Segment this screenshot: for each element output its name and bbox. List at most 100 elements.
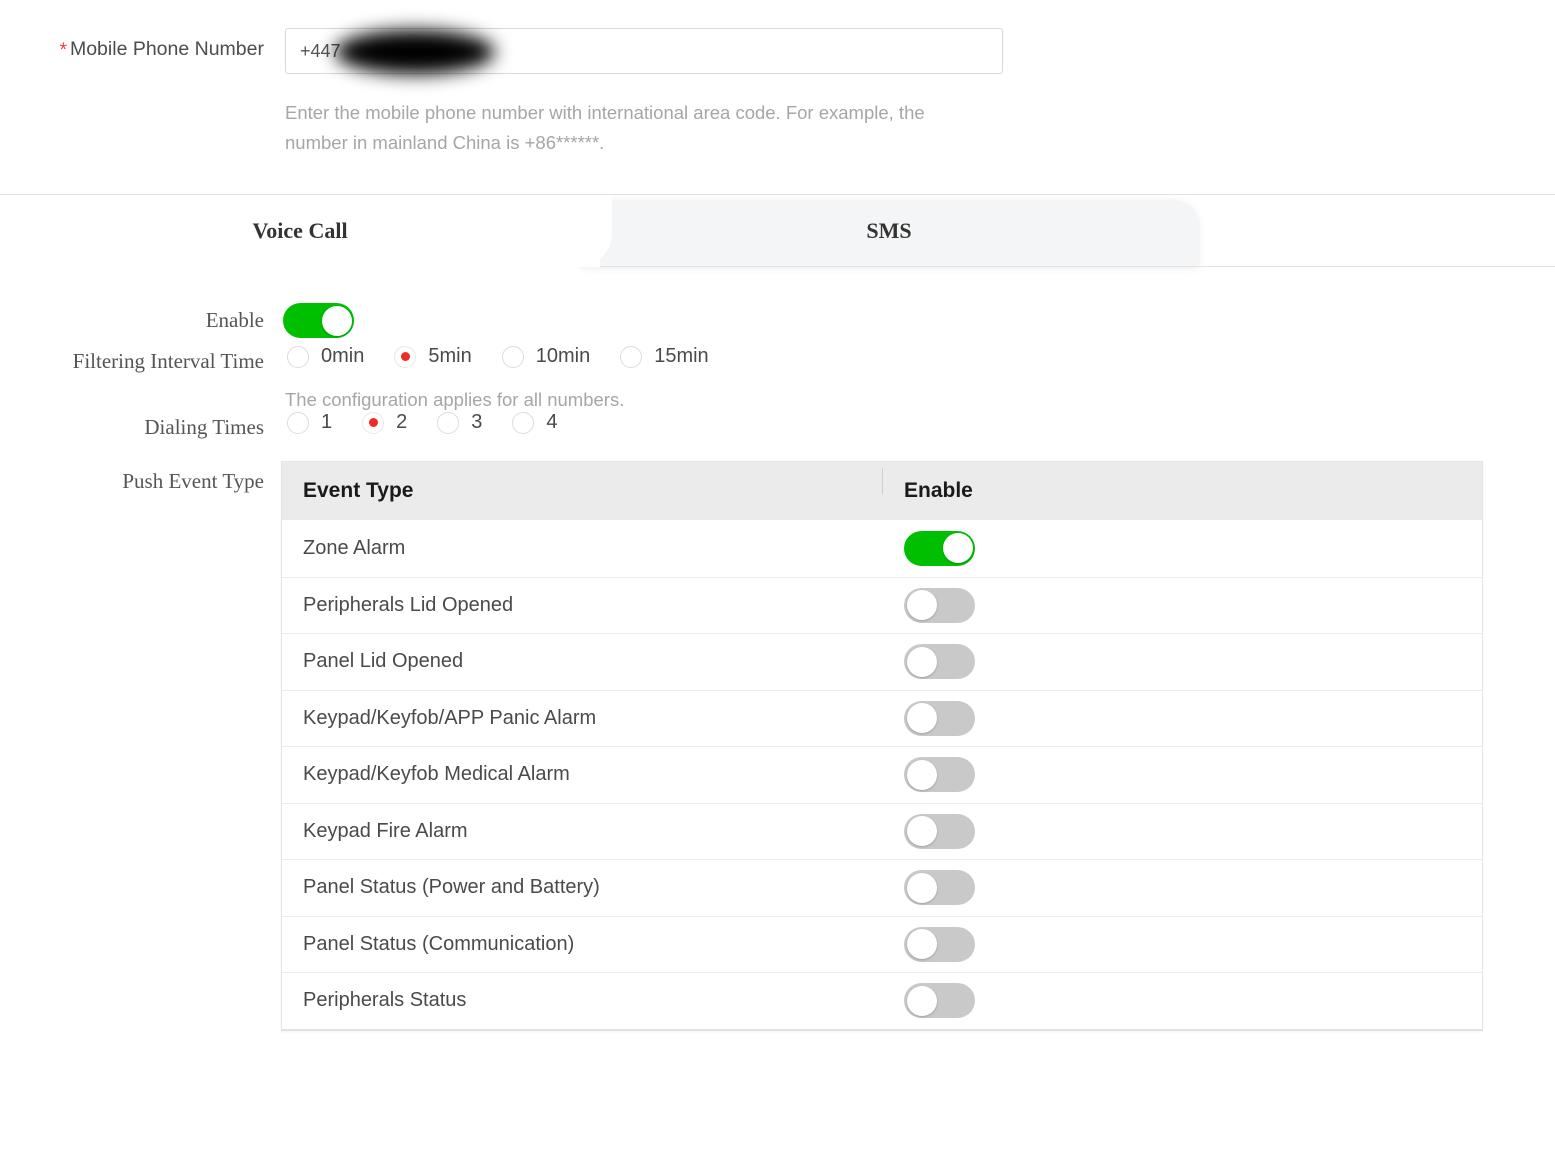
radio-circle-icon	[362, 412, 384, 434]
event-enable-toggle-knob	[907, 873, 937, 903]
radio-dial-1[interactable]: 1	[287, 411, 332, 434]
cell-enable	[882, 757, 975, 792]
cell-enable	[882, 983, 975, 1018]
mobile-phone-label: *Mobile Phone Number	[0, 38, 264, 61]
cell-event-type: Keypad/Keyfob Medical Alarm	[282, 763, 882, 786]
cell-event-type: Panel Lid Opened	[282, 650, 882, 673]
mobile-phone-label-text: Mobile Phone Number	[70, 38, 264, 60]
radio-dial-4[interactable]: 4	[512, 411, 557, 434]
column-header-event-type: Event Type	[282, 479, 882, 503]
radio-dial-4-label: 4	[546, 411, 557, 434]
radio-circle-icon	[437, 412, 459, 434]
event-enable-toggle[interactable]	[904, 927, 975, 962]
cell-event-type: Keypad/Keyfob/APP Panic Alarm	[282, 707, 882, 730]
mobile-phone-help-text: Enter the mobile phone number with inter…	[285, 98, 985, 158]
event-enable-toggle-knob	[907, 590, 937, 620]
table-row: Keypad/Keyfob Medical Alarm	[282, 746, 1482, 803]
cell-enable	[882, 870, 975, 905]
event-enable-toggle[interactable]	[904, 757, 975, 792]
settings-page: *Mobile Phone Number Enter the mobile ph…	[0, 0, 1555, 1173]
event-enable-toggle-knob	[907, 816, 937, 846]
cell-event-type: Keypad Fire Alarm	[282, 820, 882, 843]
mobile-phone-field-row: *Mobile Phone Number Enter the mobile ph…	[0, 0, 1555, 184]
enable-row: Enable	[0, 267, 1555, 339]
radio-circle-icon	[287, 412, 309, 434]
event-enable-toggle[interactable]	[904, 531, 975, 566]
radio-filter-10min[interactable]: 10min	[502, 345, 590, 368]
event-enable-toggle-knob	[907, 760, 937, 790]
table-row: Keypad/Keyfob/APP Panic Alarm	[282, 690, 1482, 747]
radio-circle-icon	[512, 412, 534, 434]
voice-call-panel: Enable Filtering Interval Time 0min 5min	[0, 267, 1555, 461]
event-enable-toggle[interactable]	[904, 983, 975, 1018]
cell-enable	[882, 814, 975, 849]
enable-label: Enable	[0, 308, 264, 333]
table-header-row: Event Type Enable	[282, 462, 1482, 520]
push-event-type-table: Event Type Enable Zone Alarm Peripherals …	[281, 461, 1483, 1031]
radio-dial-2-label: 2	[396, 411, 407, 434]
tab-voice-call-label: Voice Call	[252, 218, 347, 244]
push-event-type-label: Push Event Type	[0, 469, 264, 494]
event-enable-toggle-knob	[907, 703, 937, 733]
enable-toggle-knob	[322, 306, 352, 336]
event-enable-toggle[interactable]	[904, 701, 975, 736]
event-enable-toggle-knob	[907, 986, 937, 1016]
cell-event-type: Panel Status (Power and Battery)	[282, 876, 882, 899]
table-row: Keypad Fire Alarm	[282, 803, 1482, 860]
table-row: Panel Lid Opened	[282, 633, 1482, 690]
event-enable-toggle-knob	[943, 533, 973, 563]
cell-enable	[882, 644, 975, 679]
radio-filter-5min[interactable]: 5min	[394, 345, 471, 368]
tab-sms-label: SMS	[866, 218, 911, 244]
tab-sms[interactable]: SMS	[580, 195, 1198, 267]
radio-filter-15min[interactable]: 15min	[620, 345, 708, 368]
mobile-phone-input-wrap	[285, 28, 1003, 74]
table-row: Zone Alarm	[282, 520, 1482, 577]
radio-dial-1-label: 1	[321, 411, 332, 434]
radio-circle-icon	[287, 346, 309, 368]
cell-enable	[882, 927, 975, 962]
event-enable-toggle-knob	[907, 929, 937, 959]
table-row: Panel Status (Communication)	[282, 916, 1482, 973]
event-enable-toggle[interactable]	[904, 644, 975, 679]
radio-filter-5min-label: 5min	[428, 345, 471, 368]
required-asterisk-icon: *	[60, 40, 67, 61]
radio-circle-icon	[502, 346, 524, 368]
radio-filter-0min-label: 0min	[321, 345, 364, 368]
cell-event-type: Zone Alarm	[282, 537, 882, 560]
event-enable-toggle-knob	[907, 647, 937, 677]
radio-filter-0min[interactable]: 0min	[287, 345, 364, 368]
table-body: Zone Alarm Peripherals Lid Opened Panel Li…	[282, 520, 1482, 1029]
cell-event-type: Peripherals Status	[282, 989, 882, 1012]
table-row: Panel Status (Power and Battery)	[282, 859, 1482, 916]
radio-filter-10min-label: 10min	[536, 345, 590, 368]
cell-event-type: Peripherals Lid Opened	[282, 594, 882, 617]
table-row: Peripherals Lid Opened	[282, 577, 1482, 634]
dialing-times-radio-group: 1 2 3 4	[287, 411, 588, 434]
enable-toggle[interactable]	[283, 303, 354, 338]
table-row: Peripherals Status	[282, 972, 1482, 1029]
radio-circle-icon	[394, 346, 416, 368]
radio-dial-3-label: 3	[471, 411, 482, 434]
filtering-interval-radio-group: 0min 5min 10min 15min	[287, 345, 739, 368]
cell-enable	[882, 531, 975, 566]
dialing-times-row: Dialing Times 1 2 3 4	[0, 405, 1555, 461]
radio-circle-icon	[620, 346, 642, 368]
column-header-enable: Enable	[882, 479, 973, 503]
filtering-interval-row: Filtering Interval Time 0min 5min 10min …	[0, 339, 1555, 405]
dialing-times-label: Dialing Times	[0, 415, 264, 440]
event-enable-toggle[interactable]	[904, 814, 975, 849]
cell-event-type: Panel Status (Communication)	[282, 933, 882, 956]
tab-voice-call[interactable]: Voice Call	[0, 195, 600, 267]
enable-toggle-wrap	[283, 303, 354, 338]
cell-enable	[882, 701, 975, 736]
tab-bar: Voice Call SMS	[0, 195, 1555, 267]
event-enable-toggle[interactable]	[904, 870, 975, 905]
event-enable-toggle[interactable]	[904, 588, 975, 623]
radio-dial-3[interactable]: 3	[437, 411, 482, 434]
radio-dial-2[interactable]: 2	[362, 411, 407, 434]
filtering-interval-label: Filtering Interval Time	[0, 349, 264, 374]
radio-filter-15min-label: 15min	[654, 345, 708, 368]
mobile-phone-input[interactable]	[285, 28, 1003, 74]
cell-enable	[882, 588, 975, 623]
